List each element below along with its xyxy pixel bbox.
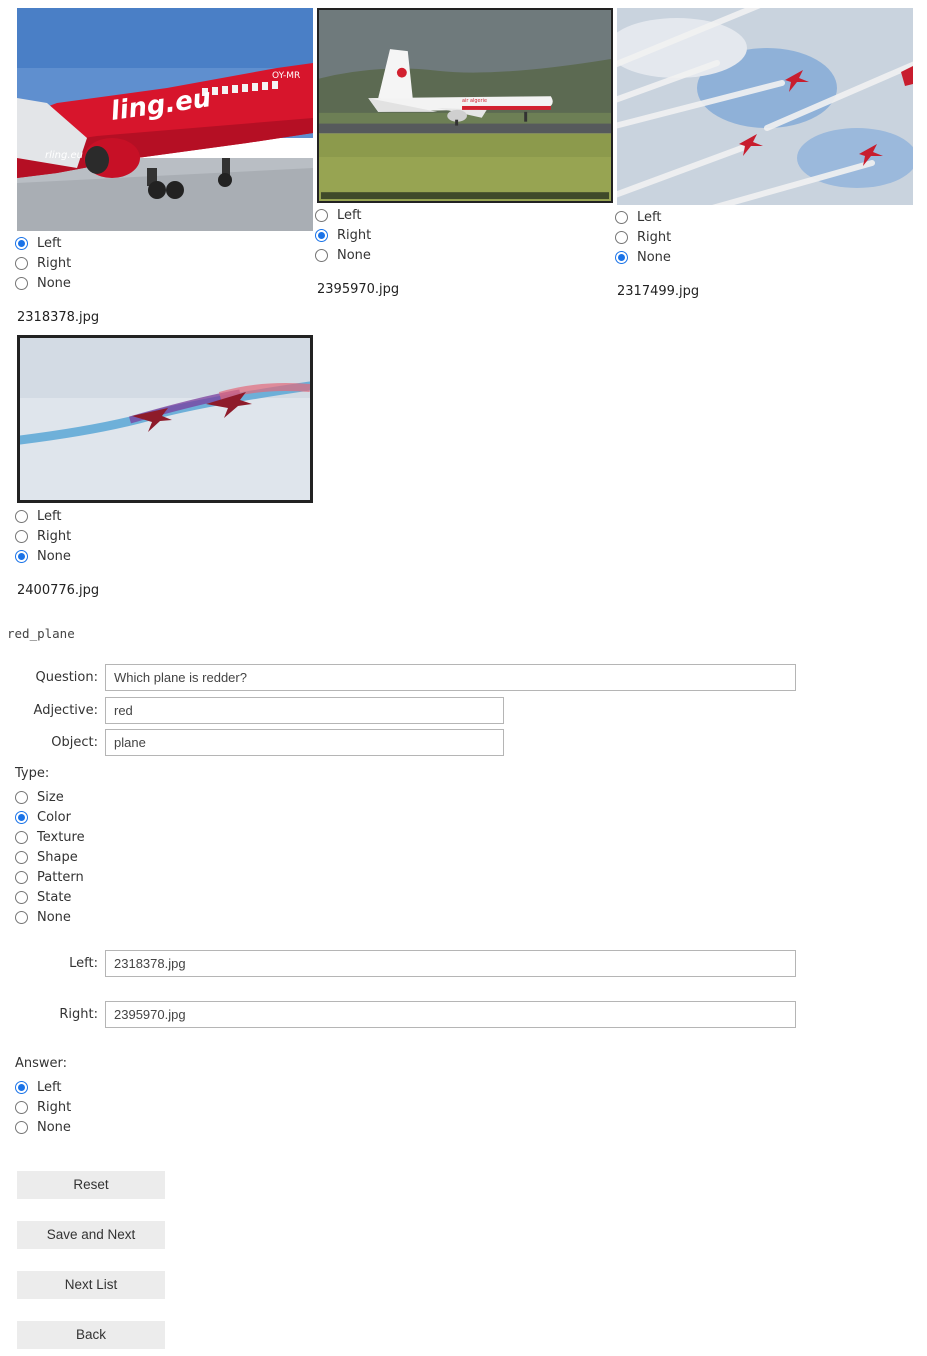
- image-2-option-none[interactable]: None: [315, 245, 371, 265]
- radio-icon[interactable]: [615, 250, 628, 264]
- image-3-option-right[interactable]: Right: [615, 227, 671, 247]
- answer-label: Answer:: [15, 1056, 68, 1071]
- back-button[interactable]: Back: [17, 1321, 165, 1349]
- image-2-option-left[interactable]: Left: [315, 205, 361, 225]
- image-2-filename: 2395970.jpg: [317, 282, 400, 297]
- type-option-color[interactable]: Color: [15, 807, 71, 827]
- radio-icon[interactable]: [315, 228, 328, 242]
- right-input[interactable]: 2395970.jpg: [105, 1001, 796, 1028]
- type-option-shape[interactable]: Shape: [15, 847, 78, 867]
- list-name: red_plane: [7, 626, 75, 641]
- radio-icon[interactable]: [15, 850, 28, 864]
- left-input[interactable]: 2318378.jpg: [105, 950, 796, 977]
- image-thumbnail-2[interactable]: air algerie: [317, 8, 613, 203]
- image-1-filename: 2318378.jpg: [17, 310, 100, 325]
- adjective-label: Adjective:: [33, 703, 98, 718]
- adjective-input[interactable]: red: [105, 697, 504, 724]
- next-list-button[interactable]: Next List: [17, 1271, 165, 1299]
- radio-icon[interactable]: [15, 1120, 28, 1134]
- radio-icon[interactable]: [615, 230, 628, 244]
- radio-icon[interactable]: [15, 549, 28, 563]
- radio-icon[interactable]: [15, 1100, 28, 1114]
- radio-icon[interactable]: [15, 1080, 28, 1094]
- radio-icon[interactable]: [15, 890, 28, 904]
- reset-button[interactable]: Reset: [17, 1171, 165, 1199]
- image-1-option-none[interactable]: None: [15, 273, 71, 293]
- image-1-option-left[interactable]: Left: [15, 233, 61, 253]
- radio-icon[interactable]: [15, 810, 28, 824]
- radio-icon[interactable]: [15, 790, 28, 804]
- type-label: Type:: [15, 766, 50, 781]
- answer-option-left[interactable]: Left: [15, 1077, 61, 1097]
- image-3-filename: 2317499.jpg: [617, 284, 700, 299]
- radio-icon[interactable]: [15, 256, 28, 270]
- image-4-option-left[interactable]: Left: [15, 506, 61, 526]
- svg-text:OY-MR: OY-MR: [272, 71, 300, 81]
- radio-icon[interactable]: [15, 870, 28, 884]
- object-label: Object:: [51, 735, 98, 750]
- radio-icon[interactable]: [315, 248, 328, 262]
- image-thumbnail-1[interactable]: ling.eu OY-MR rling.eu: [17, 8, 313, 231]
- radio-icon[interactable]: [15, 509, 28, 523]
- image-4-option-right[interactable]: Right: [15, 526, 71, 546]
- type-option-pattern[interactable]: Pattern: [15, 867, 84, 887]
- left-label: Left:: [69, 956, 98, 971]
- svg-text:rling.eu: rling.eu: [45, 150, 83, 161]
- type-option-texture[interactable]: Texture: [15, 827, 85, 847]
- image-3-option-left[interactable]: Left: [615, 207, 661, 227]
- image-2-option-right[interactable]: Right: [315, 225, 371, 245]
- radio-icon[interactable]: [615, 210, 628, 224]
- image-4-filename: 2400776.jpg: [17, 583, 100, 598]
- image-thumbnail-3[interactable]: [617, 8, 913, 205]
- answer-option-right[interactable]: Right: [15, 1097, 71, 1117]
- radio-icon[interactable]: [15, 830, 28, 844]
- question-label: Question:: [35, 670, 98, 685]
- type-option-state[interactable]: State: [15, 887, 71, 907]
- radio-icon[interactable]: [15, 910, 28, 924]
- type-option-size[interactable]: Size: [15, 787, 64, 807]
- right-label: Right:: [59, 1007, 98, 1022]
- type-option-none[interactable]: None: [15, 907, 71, 927]
- image-1-option-right[interactable]: Right: [15, 253, 71, 273]
- svg-text:air algerie: air algerie: [462, 98, 487, 104]
- answer-option-none[interactable]: None: [15, 1117, 71, 1137]
- save-and-next-button[interactable]: Save and Next: [17, 1221, 165, 1249]
- question-input[interactable]: Which plane is redder?: [105, 664, 796, 691]
- image-4-option-none[interactable]: None: [15, 546, 71, 566]
- radio-icon[interactable]: [315, 208, 328, 222]
- radio-icon[interactable]: [15, 236, 28, 250]
- object-input[interactable]: plane: [105, 729, 504, 756]
- radio-icon[interactable]: [15, 276, 28, 290]
- image-thumbnail-4[interactable]: [17, 335, 313, 503]
- radio-icon[interactable]: [15, 529, 28, 543]
- image-3-option-none[interactable]: None: [615, 247, 671, 267]
